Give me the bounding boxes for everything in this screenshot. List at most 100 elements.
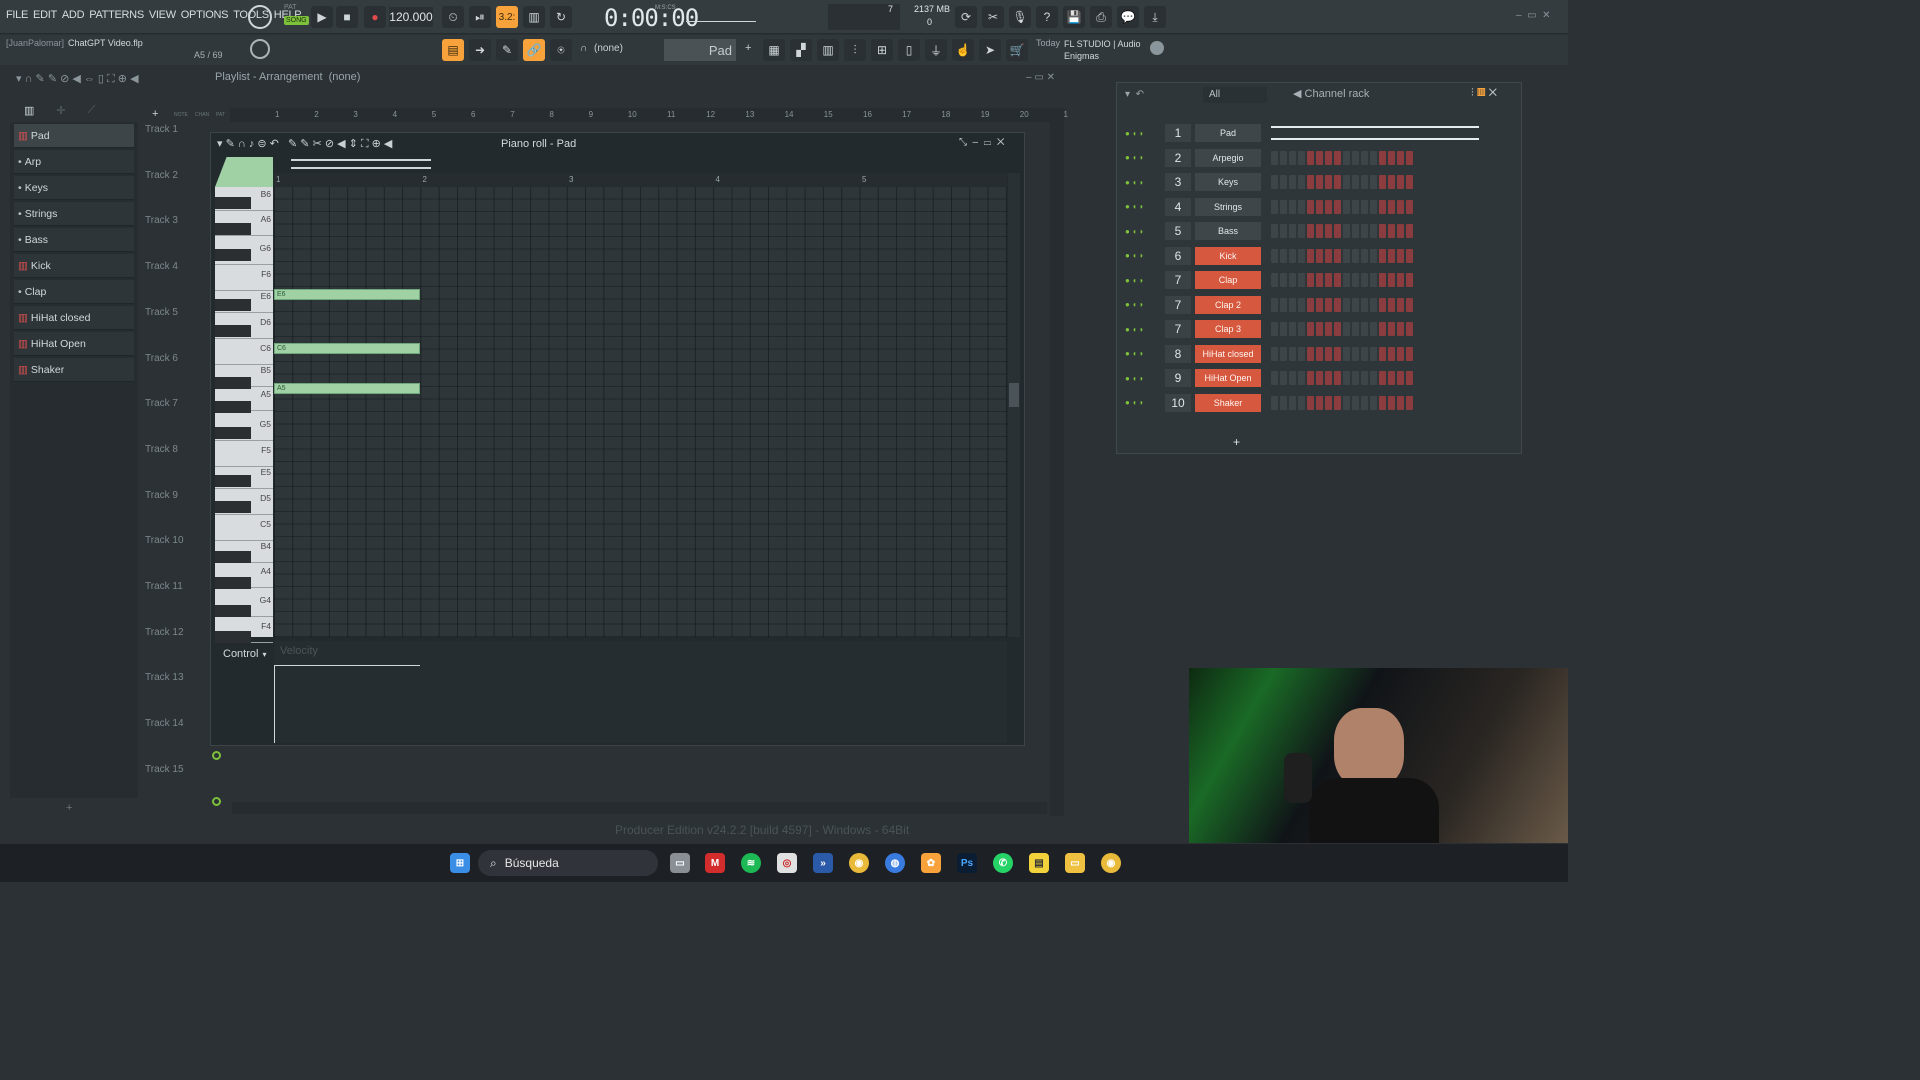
step-button[interactable] bbox=[1352, 273, 1359, 287]
step-button[interactable] bbox=[1280, 371, 1287, 385]
channel-mixer-track[interactable]: 9 bbox=[1165, 369, 1191, 387]
taskbar-search[interactable]: ⌕ Búsqueda bbox=[478, 850, 658, 876]
channel-row[interactable]: ● ◖ ◗ 5 Bass bbox=[1125, 221, 1413, 241]
channel-mixer-track[interactable]: 4 bbox=[1165, 197, 1191, 216]
snap-select[interactable]: (none) bbox=[594, 43, 644, 54]
song-position-slider[interactable] bbox=[686, 10, 756, 22]
plugin-button[interactable]: ⏚ bbox=[925, 39, 947, 61]
track-mute-led[interactable] bbox=[212, 751, 221, 760]
download-button[interactable]: ⤓ bbox=[1144, 6, 1166, 28]
menu-edit[interactable]: EDIT bbox=[33, 9, 57, 21]
step-button[interactable] bbox=[1289, 224, 1296, 238]
step-button[interactable] bbox=[1397, 199, 1404, 214]
step-button[interactable] bbox=[1361, 297, 1368, 312]
step-sequencer[interactable] bbox=[1271, 199, 1413, 214]
step-button[interactable] bbox=[1325, 273, 1332, 287]
step-button[interactable] bbox=[1289, 150, 1296, 165]
step-button[interactable] bbox=[1325, 150, 1332, 165]
track-label[interactable]: Track 15 bbox=[145, 764, 184, 775]
black-key[interactable] bbox=[215, 299, 251, 311]
step-button[interactable] bbox=[1280, 175, 1287, 189]
step-button[interactable] bbox=[1370, 273, 1377, 287]
browser-item[interactable]: • Arp bbox=[14, 150, 134, 174]
step-button[interactable] bbox=[1325, 175, 1332, 189]
channel-row[interactable]: ● ◖ ◗ 7 Clap 2 bbox=[1125, 295, 1413, 315]
step-button[interactable] bbox=[1271, 224, 1278, 238]
white-key[interactable]: F6 bbox=[215, 267, 273, 291]
piano-roll-v-scrollbar[interactable] bbox=[1008, 173, 1020, 637]
step-button[interactable] bbox=[1271, 199, 1278, 214]
step-button[interactable] bbox=[1280, 346, 1287, 361]
white-key[interactable]: C5 bbox=[215, 517, 273, 541]
step-button[interactable] bbox=[1271, 150, 1278, 165]
step-button[interactable] bbox=[1352, 371, 1359, 385]
step-button[interactable] bbox=[1289, 273, 1296, 287]
playlist-scrollbar[interactable] bbox=[1050, 108, 1064, 816]
step-button[interactable] bbox=[1334, 175, 1341, 189]
track-label[interactable]: Track 3 bbox=[145, 215, 178, 226]
channel-mixer-track[interactable]: 1 bbox=[1165, 124, 1191, 142]
step-button[interactable] bbox=[1343, 175, 1350, 189]
step-button[interactable] bbox=[1316, 199, 1323, 214]
playlist-pattern-select[interactable]: (none) bbox=[329, 71, 361, 83]
track-label[interactable]: Track 9 bbox=[145, 490, 178, 501]
black-key[interactable] bbox=[215, 475, 251, 487]
step-button[interactable] bbox=[1298, 248, 1305, 263]
step-button[interactable] bbox=[1379, 199, 1386, 214]
step-button[interactable] bbox=[1352, 175, 1359, 189]
step-button[interactable] bbox=[1397, 322, 1404, 336]
playlist-h-scrollbar[interactable] bbox=[232, 802, 1047, 814]
channel-row[interactable]: ● ◖ ◗ 3 Keys bbox=[1125, 172, 1413, 192]
step-button[interactable] bbox=[1379, 395, 1386, 410]
channel-row[interactable]: ● ◖ ◗ 1 Pad bbox=[1125, 123, 1479, 143]
velocity-lane[interactable]: Velocity bbox=[274, 641, 1007, 743]
channel-mixer-track[interactable]: 5 bbox=[1165, 222, 1191, 240]
channel-selector[interactable]: Pad bbox=[664, 39, 736, 61]
channel-rack-title[interactable]: Channel rack bbox=[1305, 88, 1370, 100]
step-button[interactable] bbox=[1343, 371, 1350, 385]
step-button[interactable] bbox=[1298, 199, 1305, 214]
channel-row[interactable]: ● ◖ ◗ 7 Clap 3 bbox=[1125, 319, 1413, 339]
render-button[interactable]: ⎙ bbox=[1090, 6, 1112, 28]
step-button[interactable] bbox=[1370, 248, 1377, 263]
step-button[interactable] bbox=[1388, 248, 1395, 263]
browser-icon[interactable]: ◍ bbox=[885, 853, 905, 873]
channel-row[interactable]: ● ◖ ◗ 4 Strings bbox=[1125, 197, 1413, 217]
step-button[interactable] bbox=[1370, 199, 1377, 214]
step-sequencer[interactable] bbox=[1271, 346, 1413, 361]
stop-button[interactable]: ■ bbox=[336, 6, 358, 28]
channel-mute-led[interactable]: ● ◖ ◗ bbox=[1125, 129, 1161, 138]
step-button[interactable] bbox=[1316, 150, 1323, 165]
chat-button[interactable]: 💬 bbox=[1117, 6, 1139, 28]
channel-rack-button[interactable]: ⊞ bbox=[871, 39, 893, 61]
control-select[interactable]: Control bbox=[223, 648, 258, 660]
step-button[interactable] bbox=[1388, 273, 1395, 287]
browser-item[interactable]: • Bass bbox=[14, 228, 134, 252]
channel-mute-led[interactable]: ● ◖ ◗ bbox=[1125, 178, 1161, 187]
channel-row[interactable]: ● ◖ ◗ 6 Kick bbox=[1125, 246, 1413, 266]
gmail-icon[interactable]: M bbox=[705, 853, 725, 873]
step-button[interactable] bbox=[1298, 395, 1305, 410]
track-label[interactable]: Track 12 bbox=[145, 627, 184, 638]
step-button[interactable] bbox=[1325, 346, 1332, 361]
playlist-window-controls[interactable]: – ▭ ✕ bbox=[1026, 72, 1055, 83]
step-button[interactable] bbox=[1334, 346, 1341, 361]
ruler-mode-label[interactable]: NOTE bbox=[174, 112, 188, 118]
channel-mute-led[interactable]: ● ◖ ◗ bbox=[1125, 251, 1161, 260]
step-button[interactable] bbox=[1379, 175, 1386, 189]
step-sequencer[interactable] bbox=[1271, 395, 1413, 410]
playlist-ruler[interactable]: 123456789101112131415161718192021NOTECHA… bbox=[174, 108, 1068, 122]
save-button[interactable]: 💾 bbox=[1063, 6, 1085, 28]
step-button[interactable] bbox=[1343, 224, 1350, 238]
step-button[interactable] bbox=[1289, 371, 1296, 385]
news-text[interactable]: FL STUDIO | Audio Enigmas bbox=[1036, 38, 1144, 62]
channel-name-button[interactable]: Clap 2 bbox=[1195, 295, 1261, 314]
step-button[interactable] bbox=[1316, 395, 1323, 410]
step-sequencer[interactable] bbox=[1271, 150, 1413, 165]
step-button[interactable] bbox=[1352, 297, 1359, 312]
step-button[interactable] bbox=[1307, 322, 1314, 336]
step-button[interactable] bbox=[1379, 273, 1386, 287]
window-controls[interactable]: – ▭ ✕ bbox=[1516, 10, 1551, 21]
browser-button[interactable]: ▯ bbox=[898, 39, 920, 61]
step-button[interactable] bbox=[1352, 199, 1359, 214]
